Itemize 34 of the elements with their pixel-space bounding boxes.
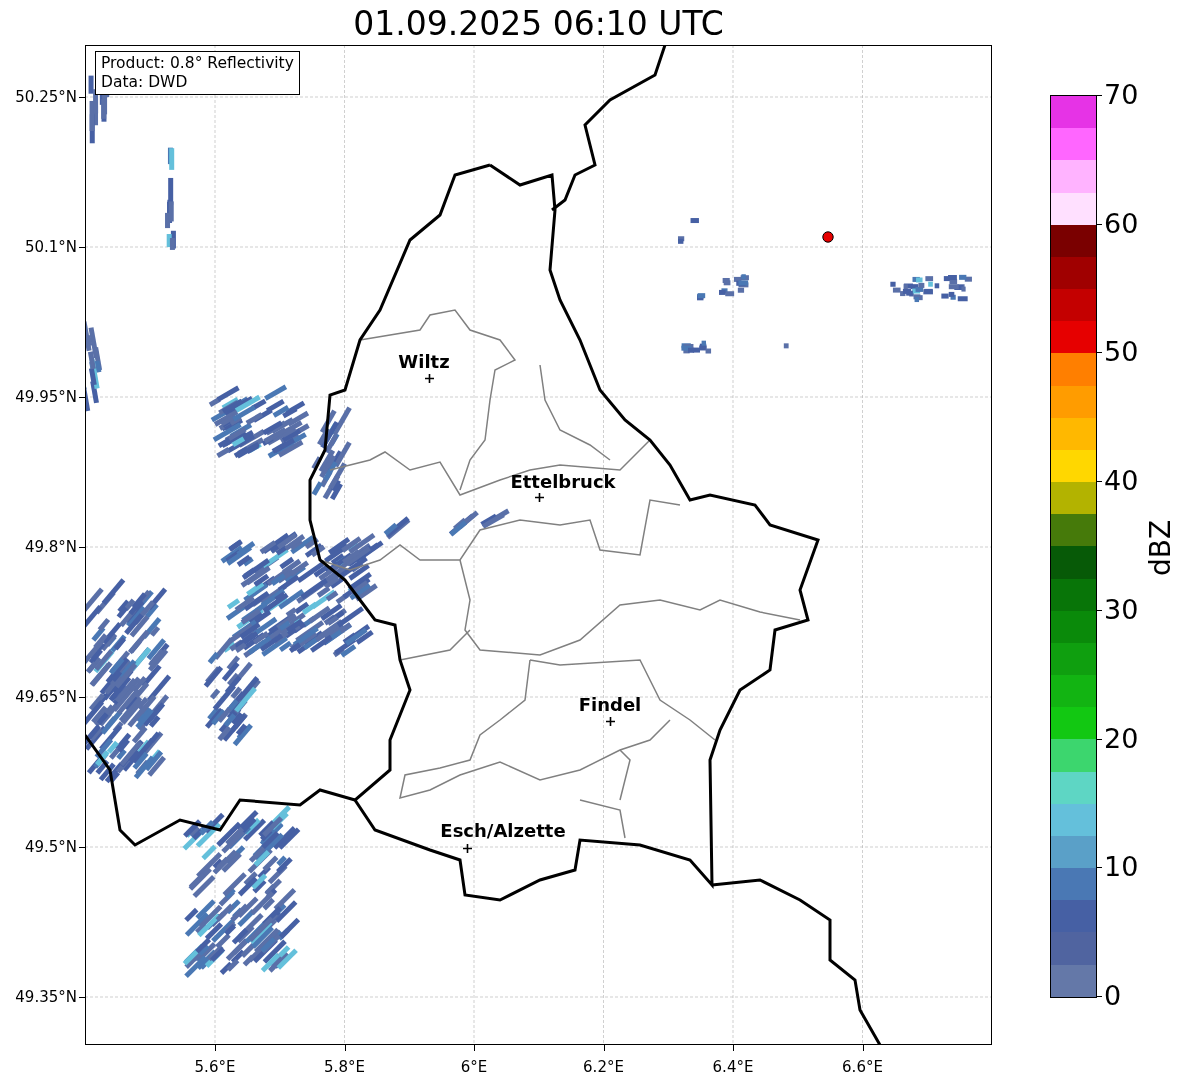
longitude-label: 5.8°E [324, 1058, 365, 1076]
chart-title: 01.09.2025 06:10 UTC [352, 4, 725, 44]
longitude-label: 6.6°E [842, 1058, 883, 1076]
info-text: Data: DWD [101, 73, 189, 92]
city-marker-icon [463, 844, 472, 853]
city-label: Findel [578, 695, 642, 715]
latitude-label: 50.1°N [24, 238, 77, 256]
latitude-label: 49.95°N [15, 388, 77, 406]
latitude-label: 49.8°N [24, 538, 77, 556]
latitude-label: 49.65°N [15, 688, 77, 706]
city-marker-icon [425, 374, 434, 383]
city-marker-icon [606, 717, 615, 726]
colorbar-tick-label: 60 [1104, 208, 1139, 239]
colorbar-tick-label: 20 [1104, 723, 1139, 754]
latitude-label: 49.35°N [15, 988, 77, 1006]
colorbar-tick-label: 0 [1104, 981, 1122, 1011]
longitude-label: 5.6°E [194, 1058, 236, 1076]
longitude-label: 6.2°E [583, 1058, 624, 1076]
colorbar-label: dBZ [1143, 519, 1177, 577]
info-text: Product: 0.8° Reflectivity [101, 54, 294, 73]
latitude-label: 49.5°N [24, 838, 77, 856]
city-label: Esch/Alzette [440, 821, 566, 841]
colorbar-tick-label: 40 [1104, 466, 1139, 497]
colorbar-tick-label: 10 [1104, 852, 1139, 883]
colorbar-tick-label: 30 [1104, 594, 1139, 625]
colorbar-tick-label: 50 [1104, 337, 1139, 368]
city-label: Wiltz [398, 352, 450, 372]
latitude-label: 50.25°N [15, 88, 77, 106]
city-marker-icon [535, 493, 544, 502]
longitude-label: 6°E [460, 1058, 488, 1076]
longitude-label: 6.4°E [712, 1058, 754, 1076]
colorbar-tick-label: 70 [1104, 80, 1139, 110]
radar-site-icon [822, 231, 834, 243]
city-label: Ettelbruck [510, 472, 616, 492]
